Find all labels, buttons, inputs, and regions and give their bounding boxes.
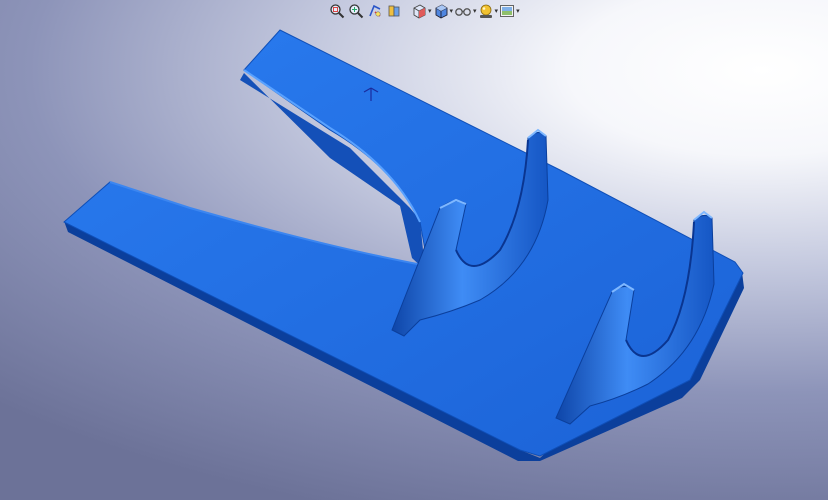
heads-up-view-toolbar: ▾ ▾ ▾ ▾ ▾ <box>326 1 522 21</box>
display-style-icon <box>435 4 447 19</box>
display-style-button[interactable]: ▾ <box>433 2 453 20</box>
section-view-button[interactable] <box>385 2 403 20</box>
zoom-area-icon <box>349 4 364 19</box>
view-orientation-button[interactable]: ▾ <box>411 2 432 20</box>
hide-show-items-button[interactable]: ▾ <box>454 2 477 20</box>
edit-appearance-button[interactable]: ▾ <box>478 2 498 20</box>
appearance-icon <box>479 4 492 18</box>
scene-icon <box>500 5 515 17</box>
graphics-area[interactable]: ▾ ▾ ▾ ▾ ▾ <box>0 0 828 500</box>
zoom-to-area-button[interactable] <box>347 2 365 20</box>
previous-view-icon <box>369 4 381 17</box>
hide-show-icon <box>455 8 471 16</box>
part-model[interactable] <box>0 0 828 500</box>
section-view-icon <box>388 5 400 17</box>
previous-view-button[interactable] <box>366 2 384 20</box>
zoom-fit-icon <box>330 4 345 19</box>
view-orientation-icon <box>413 4 426 19</box>
zoom-to-fit-button[interactable] <box>328 2 346 20</box>
apply-scene-button[interactable]: ▾ <box>499 2 520 20</box>
plate-top-face[interactable] <box>63 29 744 457</box>
